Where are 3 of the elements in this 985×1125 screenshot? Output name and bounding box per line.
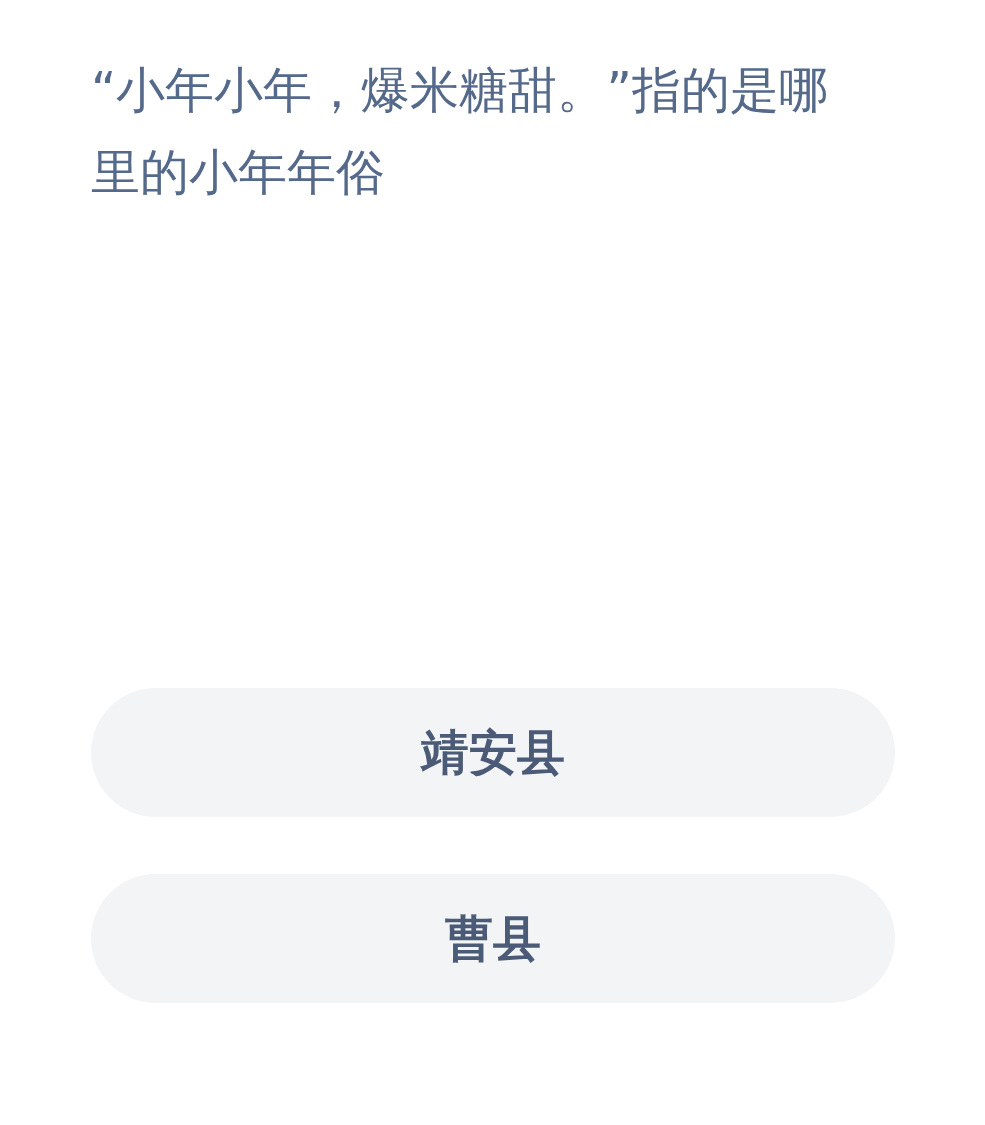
answer-option[interactable]: 靖安县 (91, 688, 895, 817)
question-text: “小年小年，爆米糖甜。”指的是哪里的小年年俗 (91, 61, 829, 203)
answer-option[interactable]: 曹县 (91, 874, 895, 1003)
